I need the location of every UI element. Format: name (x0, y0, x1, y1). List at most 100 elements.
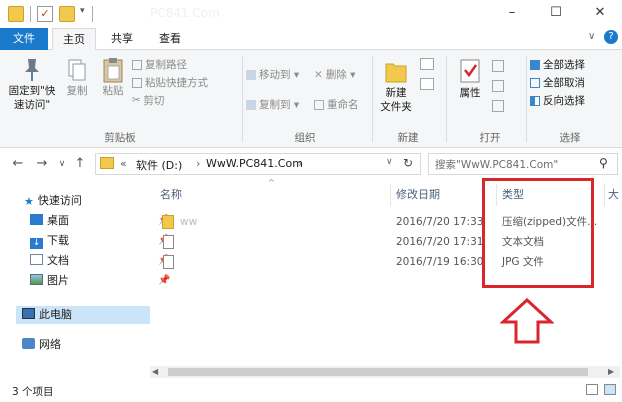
group-separator (526, 56, 527, 142)
new-folder-icon (385, 63, 407, 83)
search-placeholder: 搜索"WwW.PC841.Com" (435, 159, 559, 171)
nav-network-label: 网络 (39, 338, 61, 351)
group-separator (446, 56, 447, 142)
ribbon-tab-bar: 文件 主页 共享 查看 ∨ ? (0, 28, 622, 51)
move-to-button[interactable]: 移动到 ▾ (246, 68, 299, 82)
select-all-icon (530, 60, 540, 70)
customize-toolbar-icon[interactable]: ▾ (80, 6, 85, 16)
nav-item-pictures[interactable]: 图片 📌 (30, 272, 170, 290)
breadcrumb-separator-icon: › (196, 157, 201, 170)
large-icons-view-icon[interactable] (604, 384, 616, 395)
properties-quick-icon[interactable]: ✓ (37, 6, 53, 22)
help-icon[interactable]: ? (604, 30, 618, 44)
maximize-button[interactable]: ☐ (534, 0, 578, 28)
nav-item-desktop[interactable]: 桌面 📌 (30, 212, 170, 230)
address-dropdown-icon[interactable]: ∨ (386, 157, 393, 167)
rename-button[interactable]: 重命名 (314, 98, 359, 112)
select-none-label: 全部取消 (543, 77, 585, 89)
nav-this-pc[interactable]: 此电脑 (16, 306, 150, 324)
nav-network[interactable]: 网络 (22, 336, 61, 354)
scroll-left-icon[interactable]: ◀ (152, 366, 158, 378)
horizontal-scrollbar[interactable]: ◀ ▶ (150, 366, 620, 378)
new-folder-label-line2: 文件夹 (380, 101, 412, 113)
up-arrow-icon[interactable]: ↑ (72, 156, 88, 172)
breadcrumb-folder[interactable]: WwW.PC841.Com (206, 157, 303, 170)
clipboard-group-label: 剪贴板 (104, 132, 136, 144)
paste-shortcut-label: 粘贴快捷方式 (145, 77, 208, 89)
history-icon[interactable] (492, 100, 504, 112)
copy-button[interactable]: 复制 (62, 56, 92, 98)
rename-icon (314, 100, 324, 110)
new-item-icon[interactable] (420, 58, 434, 70)
paste-shortcut-button[interactable]: 粘贴快捷方式 (132, 76, 208, 90)
scrollbar-thumb[interactable] (168, 368, 588, 376)
pin-label-line1: 固定到"快 (8, 85, 56, 97)
move-to-label: 移动到 (259, 69, 291, 81)
separator (92, 6, 93, 22)
tab-view[interactable]: 查看 (148, 28, 192, 50)
cut-label: 剪切 (143, 95, 165, 107)
annotation-highlight-box (482, 178, 594, 288)
status-item-count: 3 个项目 (12, 386, 54, 398)
collapse-ribbon-icon[interactable]: ∨ (588, 31, 595, 42)
group-separator (372, 56, 373, 142)
details-view-icon[interactable] (586, 384, 598, 395)
new-group-label: 新建 (397, 132, 419, 144)
select-none-button[interactable]: 全部取消 (530, 76, 585, 90)
open-group-label: 打开 (479, 132, 501, 144)
image-file-icon (163, 255, 174, 269)
new-folder-button[interactable]: 新建 文件夹 (376, 56, 416, 114)
column-header-name[interactable]: 名称 (160, 184, 182, 206)
copy-to-icon (246, 100, 256, 110)
column-divider[interactable] (604, 184, 605, 206)
search-icon[interactable]: ⚲ (599, 156, 608, 170)
copy-to-button[interactable]: 复制到 ▾ (246, 98, 299, 112)
pin-icon[interactable]: 📌 (158, 272, 170, 290)
easy-access-icon[interactable] (420, 78, 434, 90)
separator (30, 6, 31, 22)
recent-locations-icon[interactable]: ∨ (54, 156, 70, 172)
picture-icon (30, 274, 43, 285)
back-arrow-icon[interactable]: ← (10, 156, 26, 172)
nav-this-pc-label: 此电脑 (39, 308, 72, 321)
column-header-date[interactable]: 修改日期 (396, 184, 440, 206)
tab-file[interactable]: 文件 (0, 28, 48, 50)
breadcrumb-overflow-icon[interactable]: « (120, 157, 127, 170)
title-bar: ✓ ▾ PC841.Com – ☐ ✕ (0, 0, 622, 28)
properties-button[interactable]: 属性 (452, 56, 488, 100)
pin-quick-access-button[interactable]: 固定到"快 速访问" (4, 56, 60, 112)
search-input[interactable]: 搜索"WwW.PC841.Com" ⚲ (428, 153, 618, 175)
nav-item-label: 文档 (47, 254, 69, 267)
column-divider[interactable] (390, 184, 391, 206)
breadcrumb-drive[interactable]: 软件 (D:) (136, 157, 182, 173)
scroll-right-icon[interactable]: ▶ (608, 366, 614, 378)
tab-share[interactable]: 共享 (100, 28, 144, 50)
properties-label: 属性 (459, 87, 481, 99)
new-folder-quick-icon[interactable] (59, 6, 75, 22)
tab-home[interactable]: 主页 (52, 28, 96, 51)
delete-button[interactable]: ✕ 删除 ▾ (314, 68, 355, 82)
nav-item-documents[interactable]: 文档 📌 (30, 252, 170, 270)
annotation-up-arrow-icon (500, 298, 554, 344)
document-icon (30, 254, 43, 265)
nav-item-downloads[interactable]: ↓下载 📌 (30, 232, 170, 250)
paste-button[interactable]: 粘贴 (96, 56, 130, 98)
nav-quick-access[interactable]: ★ 快速访问 (24, 192, 82, 210)
ribbon: 固定到"快 速访问" 复制 粘贴 复制路径 粘贴快捷方式 ✂ 剪切 剪贴板 移动到… (0, 50, 622, 148)
copy-path-button[interactable]: 复制路径 (132, 58, 187, 72)
scissors-icon: ✂ (132, 95, 141, 106)
invert-selection-button[interactable]: 反向选择 (530, 94, 585, 108)
close-button[interactable]: ✕ (578, 0, 622, 28)
address-bar[interactable]: « 软件 (D:) › WwW.PC841.Com › ∨ ↻ (95, 153, 421, 175)
refresh-icon[interactable]: ↻ (403, 156, 413, 170)
open-icon[interactable] (492, 60, 504, 72)
forward-arrow-icon[interactable]: → (34, 156, 50, 172)
minimize-button[interactable]: – (490, 0, 534, 28)
edit-icon[interactable] (492, 80, 504, 92)
nav-item-label: 图片 (47, 274, 69, 287)
copy-path-icon (132, 60, 142, 70)
text-file-icon (163, 235, 174, 249)
select-all-button[interactable]: 全部选择 (530, 58, 585, 72)
column-header-size[interactable]: 大 (608, 184, 619, 206)
cut-button[interactable]: ✂ 剪切 (132, 94, 164, 108)
